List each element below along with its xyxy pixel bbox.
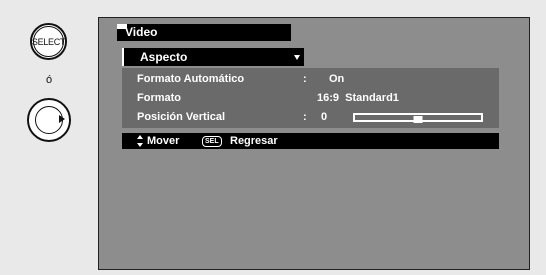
slider-thumb[interactable] xyxy=(413,116,423,123)
settings-panel: Formato Automático : On Formato 16:9 Sta… xyxy=(122,68,499,128)
sel-key-icon: SEL xyxy=(202,136,222,147)
dropdown-arrow-icon xyxy=(294,55,300,60)
aspect-dropdown-label: Aspecto xyxy=(140,50,188,64)
setting-value: 0 xyxy=(321,111,328,123)
setting-label: Formato Automático xyxy=(137,73,245,85)
aspect-dropdown[interactable]: Aspecto xyxy=(122,48,304,66)
setting-colon: : xyxy=(303,111,307,123)
right-arrow-icon xyxy=(59,115,65,123)
help-back-label: Regresar xyxy=(230,135,278,147)
setting-value: 16:9 Standard1 xyxy=(317,92,399,104)
help-move-label: Mover xyxy=(147,135,180,147)
directional-right-button[interactable] xyxy=(27,98,71,142)
select-button-label: SELECT xyxy=(32,26,65,57)
vertical-position-slider[interactable] xyxy=(353,113,483,123)
setting-row-format[interactable]: Formato 16:9 Standard1 xyxy=(137,91,497,106)
menu-title: Video xyxy=(117,24,291,41)
select-button[interactable]: SELECT xyxy=(30,23,67,60)
or-label: ó xyxy=(45,74,53,86)
title-corner-mark xyxy=(117,24,127,29)
help-bar: Mover SEL Regresar xyxy=(122,133,499,149)
setting-row-vertical-position[interactable]: Posición Vertical : 0 xyxy=(137,110,497,125)
setting-value: On xyxy=(329,73,345,85)
setting-colon: : xyxy=(303,73,307,85)
up-down-arrow-icon xyxy=(137,135,143,147)
setting-label: Formato xyxy=(137,92,181,104)
setting-label: Posición Vertical xyxy=(137,111,226,123)
setting-row-auto-format[interactable]: Formato Automático : On xyxy=(137,72,497,87)
